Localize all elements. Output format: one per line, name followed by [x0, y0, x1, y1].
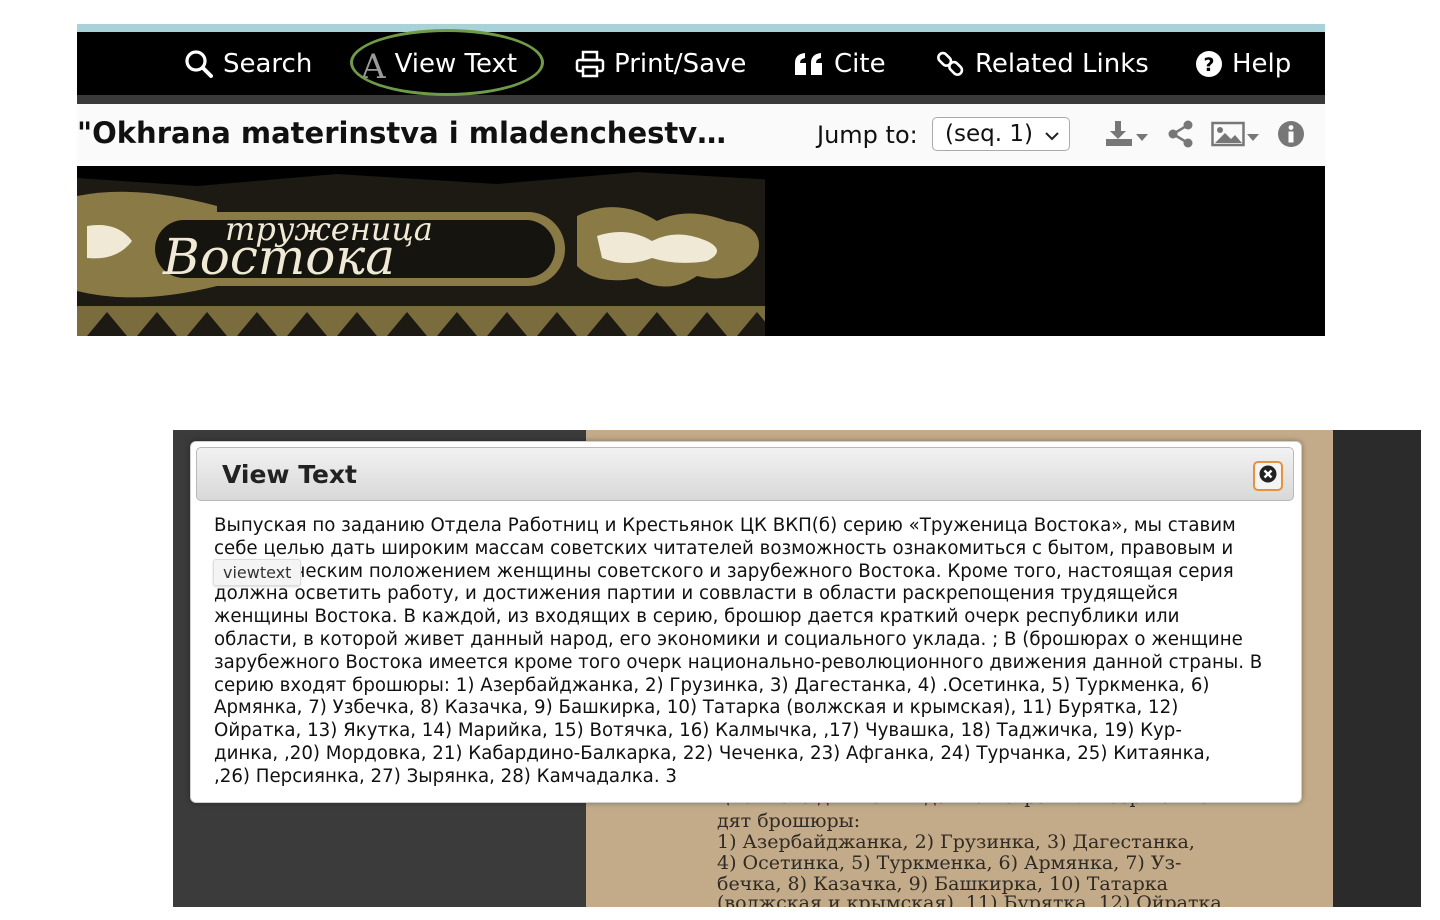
related-links-label: Related Links: [975, 48, 1149, 79]
text-line: Ойратка, 13) Якутка, 14) Марийка, 15) Во…: [214, 720, 1182, 742]
download-icon: [1104, 120, 1134, 152]
quote-icon: [793, 51, 825, 77]
accent-strip: [77, 24, 1325, 32]
caret-down-icon: [1136, 127, 1148, 146]
scan-text-line: 1) Азербайджанка, 2) Грузинка, 3) Дагест…: [717, 831, 1195, 853]
font-a-icon: A: [361, 46, 386, 87]
svg-text:?: ?: [1203, 54, 1214, 76]
cover-scan-image: труженица Востока: [77, 166, 776, 336]
info-icon: [1277, 120, 1305, 152]
main-toolbar: Search A View Text Print/Save Cite Relat…: [77, 32, 1325, 95]
share-icon: [1167, 120, 1195, 152]
link-icon: [936, 49, 966, 79]
chevron-down-icon: [1043, 125, 1061, 151]
document-title: "Okhrana materinstva i mladenchestva" N…: [77, 116, 742, 150]
print-save-button[interactable]: Print/Save: [575, 32, 746, 95]
search-button[interactable]: Search: [184, 32, 312, 95]
search-icon: [184, 49, 214, 79]
image-options-button[interactable]: [1211, 120, 1259, 152]
view-text-label: View Text: [394, 48, 518, 79]
toolbar-divider: [77, 95, 1325, 104]
tooltip: viewtext: [213, 559, 302, 586]
print-save-label: Print/Save: [614, 48, 747, 79]
share-button[interactable]: [1167, 120, 1195, 152]
help-button[interactable]: ? Help: [1195, 32, 1291, 95]
search-label: Search: [223, 48, 313, 79]
dialog-text-body: Выпуская по заданию Отдела Работниц и Кр…: [214, 515, 1284, 789]
scan-text-line: (волжская и крымская), 11) Бурятка, 12) …: [717, 892, 1228, 907]
dialog-header: View Text: [196, 447, 1294, 501]
close-icon: [1259, 465, 1277, 487]
text-line: должна осветить работу, и достижения пар…: [214, 583, 1178, 605]
text-line: себе целью дать широким массам советских…: [214, 537, 1234, 559]
printer-icon: [575, 50, 605, 78]
document-titlebar: "Okhrana materinstva i mladenchestva" N……: [77, 104, 1325, 166]
viewer-background-right: [1333, 430, 1421, 907]
text-line: серию входят брошюры: 1) Азербайджанка, …: [214, 674, 1210, 696]
page-viewer: труженица Востока: [77, 166, 1325, 336]
dialog-title: View Text: [222, 460, 357, 489]
download-button[interactable]: [1104, 120, 1148, 152]
cite-button[interactable]: Cite: [793, 32, 886, 95]
text-line: Армянка, 7) Узбечка, 8) Казачка, 9) Башк…: [214, 697, 1179, 719]
text-line: женщины Востока. В каждой, из входящих в…: [214, 606, 1180, 628]
jump-to-select[interactable]: (seq. 1): [932, 117, 1070, 151]
caret-down-icon: [1247, 127, 1259, 146]
text-line: Выпуская по заданию Отдела Работниц и Кр…: [214, 515, 1236, 536]
jump-to-value: (seq. 1): [945, 121, 1033, 147]
scan-text-line: дят брошюры:: [717, 810, 861, 832]
view-text-dialog: View Text Выпуская по заданию Отдела Раб…: [190, 441, 1302, 803]
jump-to-label: Jump to:: [817, 121, 918, 149]
text-line: экономическим положением женщины советск…: [214, 560, 1234, 582]
text-line: зарубежного Востока имеется кроме того о…: [214, 651, 1263, 673]
help-label: Help: [1232, 48, 1292, 79]
related-links-button[interactable]: Related Links: [936, 32, 1149, 95]
text-line: динка, ,20) Мордовка, 21) Кабардино-Балк…: [214, 742, 1211, 764]
bottom-screenshot: ционного движения данной страны. В серию…: [173, 430, 1421, 907]
image-icon: [1211, 120, 1245, 152]
top-screenshot: Search A View Text Print/Save Cite Relat…: [77, 24, 1325, 336]
scan-text-line: 4) Осетинка, 5) Туркменка, 6) Армянка, 7…: [717, 852, 1182, 874]
text-line: ,26) Персиянка, 27) Зырянка, 28) Камчада…: [214, 765, 677, 787]
info-button[interactable]: [1277, 120, 1305, 152]
close-button[interactable]: [1253, 461, 1283, 491]
cover-title-line2: Востока: [162, 228, 395, 286]
cite-label: Cite: [834, 48, 886, 79]
view-text-button[interactable]: A View Text: [361, 32, 517, 95]
help-icon: ?: [1195, 50, 1223, 78]
text-line: области, в которой живет данный народ, е…: [214, 628, 1243, 650]
